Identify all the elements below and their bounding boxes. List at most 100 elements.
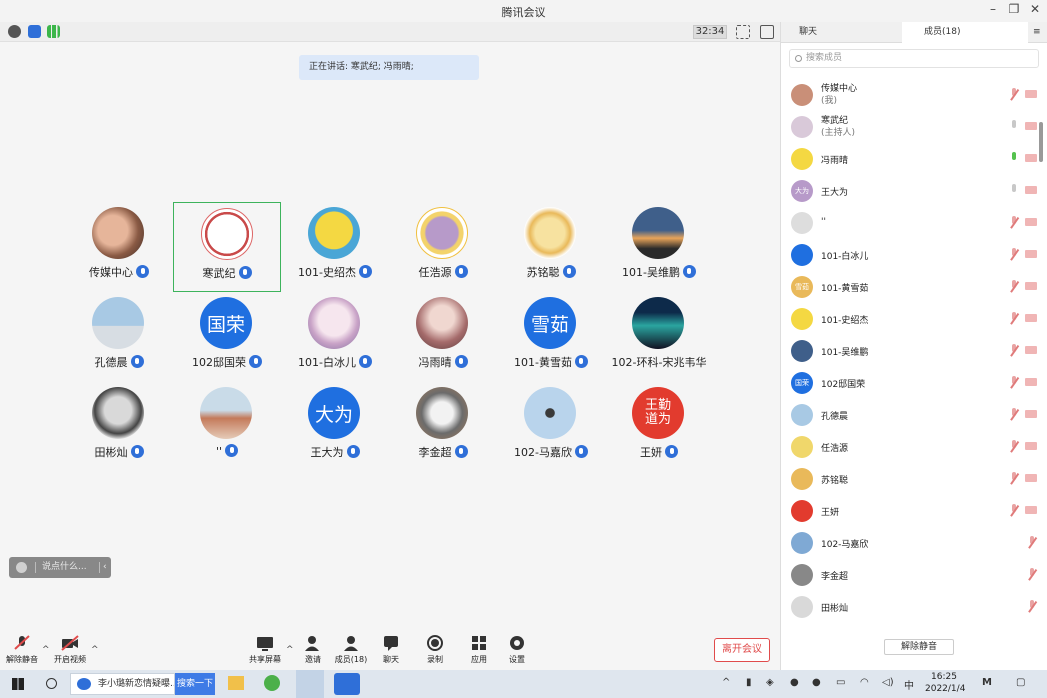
windows-start-icon[interactable] bbox=[12, 678, 24, 690]
participant-tile-active[interactable]: 寒武纪 bbox=[173, 202, 281, 292]
search-icon[interactable] bbox=[46, 678, 57, 689]
camera-off-icon[interactable] bbox=[1025, 90, 1037, 98]
camera-off-icon[interactable] bbox=[1025, 282, 1037, 290]
notification-icon[interactable]: ▢ bbox=[1016, 677, 1025, 688]
mic-muted-icon[interactable] bbox=[1009, 408, 1019, 421]
camera-off-icon[interactable] bbox=[1025, 442, 1037, 450]
participant-tile[interactable]: '' bbox=[173, 382, 281, 472]
edge-icon[interactable] bbox=[264, 675, 280, 691]
start-video-button[interactable]: 开启视频 bbox=[50, 634, 90, 665]
chevron-up-icon[interactable]: ^ bbox=[91, 645, 99, 655]
chevron-up-icon[interactable]: ^ bbox=[42, 645, 50, 655]
mic-on-icon[interactable] bbox=[1009, 152, 1019, 165]
taskbar-search-box[interactable]: 李小璐新恋情疑曝... bbox=[70, 673, 175, 695]
mic-muted-icon[interactable] bbox=[1009, 376, 1019, 389]
camera-off-icon[interactable] bbox=[1025, 122, 1037, 130]
chevron-left-icon[interactable]: ‹ bbox=[103, 557, 107, 578]
camera-off-icon[interactable] bbox=[1025, 218, 1037, 226]
taskbar-clock[interactable]: 16:25 2022/1/4 bbox=[925, 671, 965, 695]
shield-tray-icon[interactable]: ◈ bbox=[766, 677, 774, 688]
mic-icon[interactable] bbox=[1009, 120, 1019, 133]
shield-icon[interactable] bbox=[28, 25, 41, 38]
member-row[interactable]: 传媒中心 (我) bbox=[781, 80, 1039, 112]
member-row[interactable]: 王妍 bbox=[781, 496, 1039, 528]
member-row[interactable]: 雪茹 101-黄雪茹 bbox=[781, 272, 1039, 304]
network-icon[interactable]: ◠ bbox=[860, 677, 869, 688]
app-tray-icon[interactable]: ● bbox=[790, 677, 799, 688]
member-row[interactable]: 孔德晨 bbox=[781, 400, 1039, 432]
participant-tile[interactable]: 传媒中心 bbox=[65, 202, 173, 292]
mic-muted-icon[interactable] bbox=[1009, 216, 1019, 229]
camera-off-icon[interactable] bbox=[1025, 346, 1037, 354]
scrollbar[interactable] bbox=[1039, 122, 1043, 162]
mic-muted-icon[interactable] bbox=[1009, 248, 1019, 261]
tab-chat[interactable]: 聊天 bbox=[781, 22, 902, 43]
restore-icon[interactable]: ❐ bbox=[1004, 2, 1024, 16]
member-row[interactable]: 101-史绍杰 bbox=[781, 304, 1039, 336]
camera-off-icon[interactable] bbox=[1025, 314, 1037, 322]
member-row[interactable]: 国荣 102邸国荣 bbox=[781, 368, 1039, 400]
signal-icon[interactable] bbox=[47, 25, 60, 38]
camera-off-icon[interactable] bbox=[1025, 186, 1037, 194]
mic-muted-icon[interactable] bbox=[1009, 280, 1019, 293]
member-search-input[interactable]: 搜索成员 bbox=[789, 49, 1039, 68]
member-row[interactable]: 田彬灿 bbox=[781, 592, 1039, 624]
apps-button[interactable]: 应用 bbox=[459, 634, 499, 665]
input-method-icon[interactable]: M bbox=[982, 677, 992, 688]
mic-muted-icon[interactable] bbox=[1027, 600, 1037, 613]
participant-tile[interactable]: 101-白冰儿 bbox=[281, 292, 389, 382]
mic-muted-icon[interactable] bbox=[1027, 568, 1037, 581]
unmute-all-button[interactable]: 解除静音 bbox=[884, 639, 954, 655]
mic-muted-icon[interactable] bbox=[1009, 88, 1019, 101]
minimize-icon[interactable]: – bbox=[983, 2, 1003, 16]
member-row[interactable]: 任浩源 bbox=[781, 432, 1039, 464]
menu-icon[interactable]: ≡ bbox=[1033, 22, 1047, 43]
volume-icon[interactable]: ◁) bbox=[882, 677, 894, 688]
mic-muted-icon[interactable] bbox=[1009, 440, 1019, 453]
unmute-button[interactable]: 解除静音 bbox=[2, 634, 42, 665]
chat-button[interactable]: 聊天 bbox=[371, 634, 411, 665]
close-icon[interactable]: ✕ bbox=[1025, 2, 1045, 16]
leave-meeting-button[interactable]: 离开会议 bbox=[714, 638, 770, 662]
participant-tile[interactable]: 102-环科-宋兆韦华 bbox=[605, 292, 713, 382]
mic-muted-icon[interactable] bbox=[1009, 472, 1019, 485]
chevron-up-icon[interactable]: ^ bbox=[722, 677, 730, 688]
battery-icon[interactable]: ▭ bbox=[836, 677, 845, 688]
participant-tile[interactable]: 冯雨晴 bbox=[389, 292, 497, 382]
layout-icon[interactable] bbox=[760, 25, 774, 39]
camera-off-icon[interactable] bbox=[1025, 410, 1037, 418]
member-row[interactable]: 冯雨晴 bbox=[781, 144, 1039, 176]
mic-icon[interactable] bbox=[1009, 184, 1019, 197]
taskbar-search-button[interactable]: 搜索一下 bbox=[175, 673, 215, 695]
participant-tile[interactable]: 大为 王大为 bbox=[281, 382, 389, 472]
tablet-app-icon[interactable] bbox=[296, 670, 324, 698]
tencent-meeting-icon[interactable] bbox=[334, 673, 360, 695]
member-row[interactable]: 李金超 bbox=[781, 560, 1039, 592]
participant-tile[interactable]: 雪茹 101-黄雪茹 bbox=[497, 292, 605, 382]
camera-off-icon[interactable] bbox=[1025, 474, 1037, 482]
camera-off-icon[interactable] bbox=[1025, 506, 1037, 514]
tab-members[interactable]: 成员(18) bbox=[902, 22, 1028, 43]
member-row[interactable]: 101-吴维鹏 bbox=[781, 336, 1039, 368]
folder-icon[interactable] bbox=[228, 676, 244, 690]
share-screen-button[interactable]: 共享屏幕 bbox=[245, 634, 285, 665]
participant-tile[interactable]: 任浩源 bbox=[389, 202, 497, 292]
invite-button[interactable]: 邀请 bbox=[293, 634, 333, 665]
member-row[interactable]: 苏铭聪 bbox=[781, 464, 1039, 496]
members-button[interactable]: 成员(18) bbox=[331, 634, 371, 665]
fullscreen-icon[interactable] bbox=[736, 25, 750, 39]
participant-tile[interactable]: 苏铭聪 bbox=[497, 202, 605, 292]
participant-tile[interactable]: 王勤道为 王妍 bbox=[605, 382, 713, 472]
participant-tile[interactable]: 孔德晨 bbox=[65, 292, 173, 382]
ime-indicator[interactable]: 中 bbox=[904, 677, 914, 692]
wechat-tray-icon[interactable]: ● bbox=[812, 677, 821, 688]
camera-off-icon[interactable] bbox=[1025, 378, 1037, 386]
participant-tile[interactable]: 102-马嘉欣 bbox=[497, 382, 605, 472]
participant-tile[interactable]: 101-史绍杰 bbox=[281, 202, 389, 292]
mic-muted-icon[interactable] bbox=[1009, 504, 1019, 517]
member-row[interactable]: 102-马嘉欣 bbox=[781, 528, 1039, 560]
mic-tray-icon[interactable]: ▮ bbox=[746, 677, 752, 688]
info-icon[interactable] bbox=[8, 25, 21, 38]
member-row[interactable]: 寒武纪 (主持人) bbox=[781, 112, 1039, 144]
participant-tile[interactable]: 李金超 bbox=[389, 382, 497, 472]
